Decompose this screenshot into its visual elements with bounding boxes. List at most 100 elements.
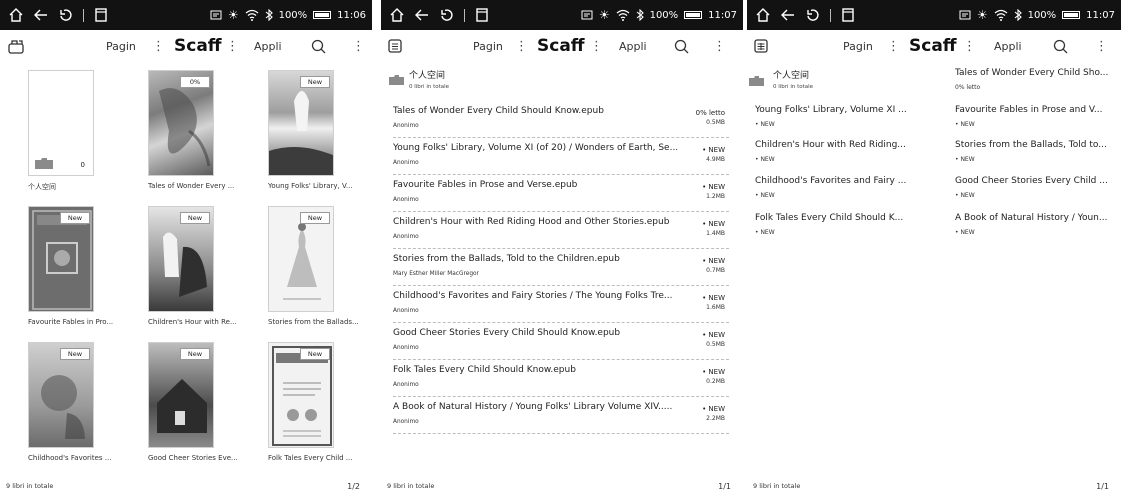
book-title: Childhood's Favorites and Fairy Stories …	[393, 291, 673, 301]
book-status: • NEW	[702, 146, 725, 154]
cover-caption: Tales of Wonder Every ...	[148, 182, 235, 190]
wifi-icon	[616, 9, 629, 21]
window-icon[interactable]	[474, 7, 490, 23]
toolbar: Pagin ⋮ Scaff ⋮ Appli ⋮	[0, 31, 372, 61]
window-icon[interactable]	[93, 7, 109, 23]
book-list-row[interactable]: Folk Tales Every Child Should Know.epub …	[393, 360, 729, 397]
tab-appli[interactable]: Appli	[254, 31, 282, 61]
cover-caption: Good Cheer Stories Eve...	[148, 454, 238, 462]
overflow-menu-icon[interactable]: ⋮	[713, 31, 726, 61]
footer: 9 libri in totale 1/1	[381, 478, 743, 492]
folder-icon	[749, 76, 764, 86]
back-icon[interactable]	[33, 7, 49, 23]
tab-scaffale[interactable]: Scaff	[174, 31, 222, 61]
book-tile[interactable]: New Folk Tales Every Child ...	[268, 342, 353, 468]
more-icon[interactable]: ⋮	[590, 31, 603, 61]
battery-icon	[1062, 11, 1081, 19]
book-list-item[interactable]: Young Folks' Library, Volume XI ... • NE…	[755, 105, 915, 132]
book-list-item[interactable]: Stories from the Ballads, Told to... • N…	[955, 140, 1115, 167]
folder-tile[interactable]: 0 个人空间	[28, 70, 94, 196]
tab-pagine[interactable]: Pagin	[843, 31, 873, 61]
book-title: Stories from the Ballads, Told to...	[955, 140, 1107, 150]
book-status: • NEW	[702, 220, 725, 228]
home-icon[interactable]	[755, 7, 771, 23]
back-icon[interactable]	[780, 7, 796, 23]
folder-view-button[interactable]	[8, 31, 24, 61]
tab-appli[interactable]: Appli	[619, 31, 647, 61]
book-status: • NEW	[955, 121, 975, 128]
book-list-item[interactable]: Favourite Fables in Prose and V... • NEW	[955, 105, 1115, 132]
refresh-icon[interactable]	[58, 7, 74, 23]
book-title: Children's Hour with Red Riding...	[755, 140, 906, 150]
tab-pagine[interactable]: Pagin	[473, 31, 503, 61]
overflow-menu-icon[interactable]: ⋮	[352, 31, 365, 61]
wifi-icon	[994, 9, 1007, 21]
refresh-icon[interactable]	[439, 7, 455, 23]
page-indicator[interactable]: 1/1	[718, 482, 731, 491]
book-list-row[interactable]: Young Folks' Library, Volume XI (of 20) …	[393, 138, 729, 175]
book-list-item[interactable]: Childhood's Favorites and Fairy ... • NE…	[755, 176, 915, 203]
more-icon[interactable]: ⋮	[963, 31, 976, 61]
book-size: 1.4MB	[706, 230, 725, 237]
back-icon[interactable]	[414, 7, 430, 23]
folder-tree-icon	[8, 39, 24, 54]
book-list-row[interactable]: A Book of Natural History / Young Folks'…	[393, 397, 729, 434]
footer: 9 libri in totale 1/2	[0, 478, 372, 492]
book-list-row[interactable]: Children's Hour with Red Riding Hood and…	[393, 212, 729, 249]
book-list-row[interactable]: Childhood's Favorites and Fairy Stories …	[393, 286, 729, 323]
folder-name: 个人空间	[773, 71, 810, 81]
progress-badge: 0%	[180, 76, 210, 88]
home-icon[interactable]	[389, 7, 405, 23]
book-list-row[interactable]: Stories from the Ballads, Told to the Ch…	[393, 249, 729, 286]
book-list-item[interactable]: A Book of Natural History / Youn... • NE…	[955, 213, 1115, 240]
toolbar: Pagin ⋮ Scaff ⋮ Appli ⋮	[747, 31, 1121, 61]
book-title: Folk Tales Every Child Should K...	[755, 213, 904, 223]
search-button[interactable]	[311, 31, 326, 61]
book-cover: New	[268, 206, 334, 312]
bookshelf-list-panel: ☀ 100% 11:07 Pagin ⋮ Scaff ⋮ Appli ⋮ 个人空…	[381, 0, 743, 492]
search-icon	[311, 39, 326, 53]
book-status: • NEW	[755, 229, 775, 236]
tab-scaffale[interactable]: Scaff	[537, 31, 585, 61]
new-badge: New	[60, 212, 90, 224]
book-tile[interactable]: New Young Folks' Library, V...	[268, 70, 353, 196]
book-tile[interactable]: New Children's Hour with Re...	[148, 206, 237, 332]
book-tile[interactable]: 0% Tales of Wonder Every ...	[148, 70, 234, 196]
overflow-menu-icon[interactable]: ⋮	[1095, 31, 1108, 61]
home-icon[interactable]	[8, 7, 24, 23]
book-tile[interactable]: New Favourite Fables in Pro...	[28, 206, 113, 332]
book-cover: New	[268, 342, 334, 448]
book-status: • NEW	[755, 156, 775, 163]
tab-pagine[interactable]: Pagin	[106, 31, 136, 61]
book-tile[interactable]: New Stories from the Ballads...	[268, 206, 359, 332]
search-button[interactable]	[1053, 31, 1068, 61]
book-total: 9 libri in totale	[753, 482, 801, 490]
more-icon[interactable]: ⋮	[515, 31, 528, 61]
tab-appli[interactable]: Appli	[994, 31, 1022, 61]
tab-scaffale[interactable]: Scaff	[909, 31, 957, 61]
book-list-row[interactable]: Good Cheer Stories Every Child Should Kn…	[393, 323, 729, 360]
bookshelf-compact-panel: ☀ 100% 11:07 Pagin ⋮ Scaff ⋮ Appli ⋮ 个人空…	[747, 0, 1121, 492]
more-icon[interactable]: ⋮	[887, 31, 900, 61]
new-badge: New	[60, 348, 90, 360]
view-mode-button[interactable]	[754, 31, 768, 61]
page-indicator[interactable]: 1/1	[1096, 482, 1109, 491]
folder-row[interactable]: 个人空间 0 libri in totale	[749, 66, 919, 94]
folder-sub: 0 libri in totale	[773, 84, 814, 90]
book-list-item[interactable]: Children's Hour with Red Riding... • NEW	[755, 140, 915, 167]
book-list-item[interactable]: Folk Tales Every Child Should K... • NEW	[755, 213, 915, 240]
view-mode-button[interactable]	[388, 31, 402, 61]
book-tile[interactable]: New Childhood's Favorites ...	[28, 342, 111, 468]
refresh-icon[interactable]	[805, 7, 821, 23]
book-tile[interactable]: New Good Cheer Stories Eve...	[148, 342, 238, 468]
book-list-item[interactable]: Good Cheer Stories Every Child ... • NEW	[955, 176, 1115, 203]
book-list-row[interactable]: Favourite Fables in Prose and Verse.epub…	[393, 175, 729, 212]
book-list-row[interactable]: Tales of Wonder Every Child Should Know.…	[393, 101, 729, 138]
more-icon[interactable]: ⋮	[226, 31, 239, 61]
book-list-item[interactable]: Tales of Wonder Every Child Sho... 0% le…	[955, 68, 1115, 95]
page-indicator[interactable]: 1/2	[347, 482, 360, 491]
window-icon[interactable]	[840, 7, 856, 23]
search-button[interactable]	[674, 31, 689, 61]
more-icon[interactable]: ⋮	[152, 31, 165, 61]
folder-row[interactable]: 个人空间 0 libri in totale	[389, 66, 589, 96]
